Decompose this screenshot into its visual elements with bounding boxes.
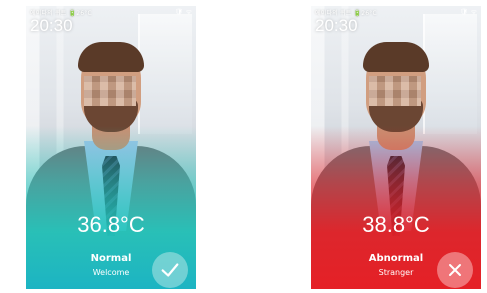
status-bar-icons: 🛡 ᯤ [459,8,477,16]
face-pixelation [369,76,421,106]
face-pixelation [84,76,136,106]
result-badge-fail[interactable] [437,252,473,288]
check-icon [161,263,179,277]
close-icon [449,264,461,276]
clock: 20:30 [30,16,73,35]
background-panel [423,14,477,134]
status-bar-icons: 🛡 ᯤ [174,8,192,16]
person-hair [363,42,429,72]
result-badge-pass[interactable] [152,252,188,288]
person-hair [78,42,144,72]
background-panel [138,14,192,134]
temperature-reading: 38.8°C [362,212,430,237]
clock: 20:30 [315,16,358,35]
temperature-reading: 36.8°C [77,212,145,237]
device-screen-normal: 에이다의 퀴트 🔋26°C 🛡 ᯤ 20:30 36.8°C Normal We… [26,6,196,289]
device-screen-abnormal: 에이다의 퀴트 🔋26°C 🛡 ᯤ 20:30 38.8°C Abnormal … [311,6,481,289]
